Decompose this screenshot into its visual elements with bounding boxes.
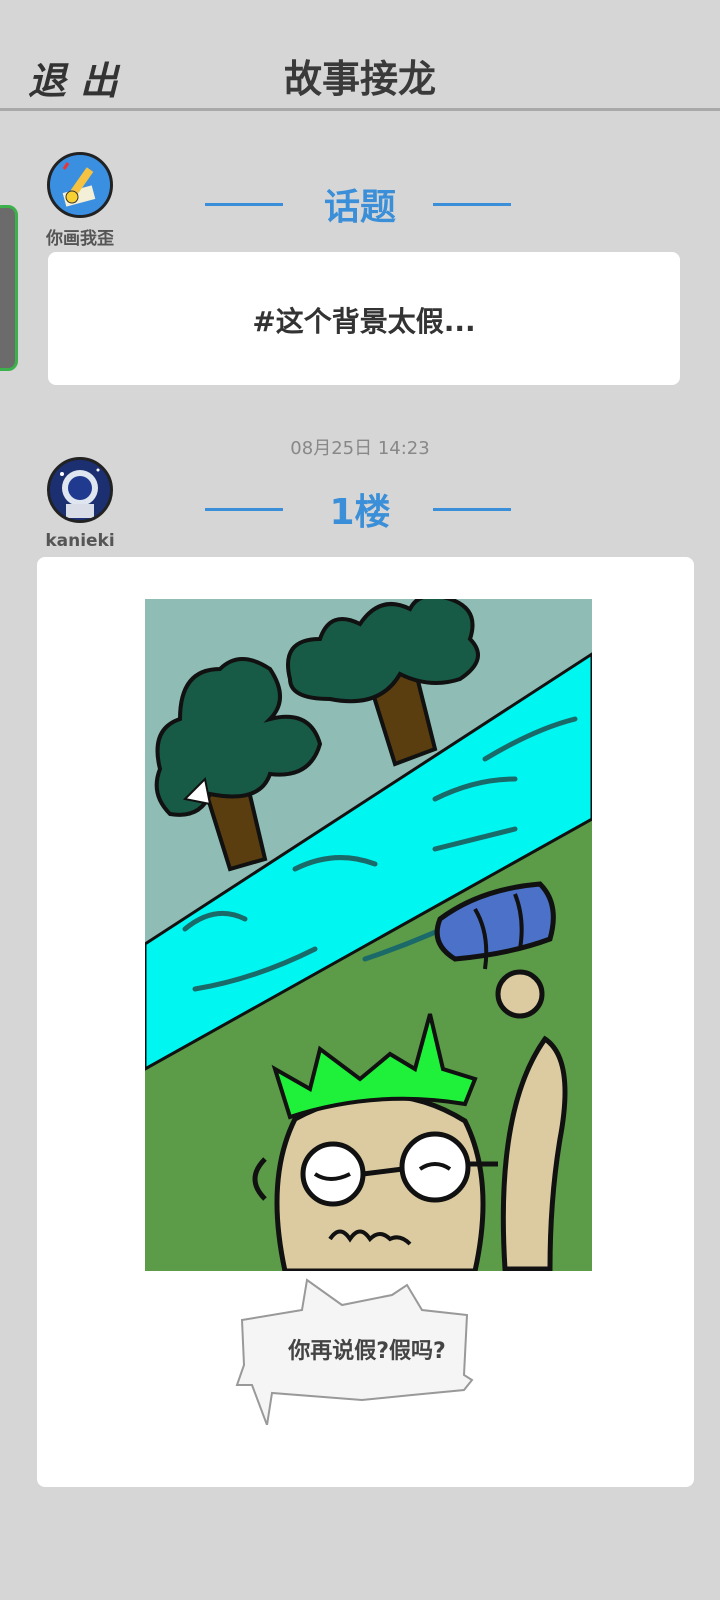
page-title: 故事接龙: [283, 57, 436, 101]
speech-text: 你再说假?假吗?: [288, 1339, 446, 1364]
floor-heading: 1楼: [0, 483, 720, 533]
floor-label: 1楼: [329, 492, 391, 533]
heading-line-right: [433, 508, 511, 511]
topic-card: #这个背景太假...: [48, 252, 680, 385]
topic-text: #这个背景太假...: [252, 305, 476, 338]
app-header: 退出 故事接龙: [0, 0, 720, 111]
speech-bubble: 你再说假?假吗?: [232, 1275, 492, 1425]
topic-heading-label: 话题: [323, 187, 396, 228]
post-timestamp: 08月25日 14:23: [290, 438, 430, 459]
post-drawing[interactable]: [143, 593, 594, 1274]
heading-line-right: [433, 203, 511, 206]
post-card: 你再说假?假吗?: [37, 557, 694, 1487]
topic-heading: 话题: [0, 178, 720, 228]
header-divider: [0, 108, 720, 111]
